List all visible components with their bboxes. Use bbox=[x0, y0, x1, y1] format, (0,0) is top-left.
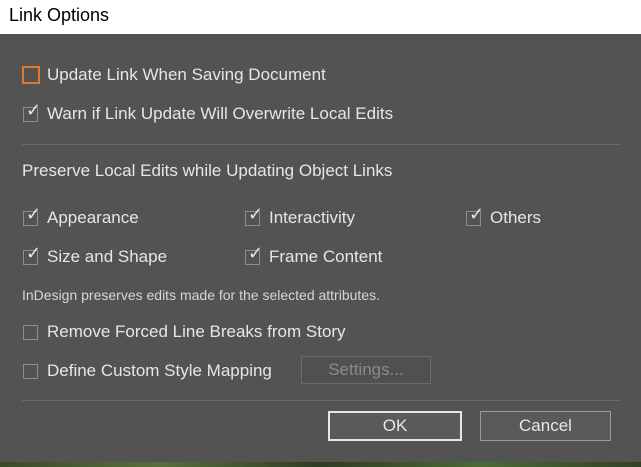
frame-content-checkbox[interactable]: ✓ bbox=[245, 244, 263, 265]
checkmark-icon: ✓ bbox=[26, 99, 42, 121]
others-option[interactable]: ✓ Others bbox=[466, 205, 542, 230]
preserve-section-title: Preserve Local Edits while Updating Obje… bbox=[22, 161, 393, 180]
settings-button[interactable]: Settings... bbox=[301, 356, 431, 384]
appearance-checkbox[interactable]: ✓ bbox=[23, 205, 41, 226]
title-bar: Link Options bbox=[0, 0, 641, 34]
custom-style-option[interactable]: Define Custom Style Mapping bbox=[23, 359, 272, 383]
remove-breaks-label: Remove Forced Line Breaks from Story bbox=[47, 322, 346, 341]
frame-content-option[interactable]: ✓ Frame Content bbox=[245, 244, 383, 269]
frame-content-label: Frame Content bbox=[269, 247, 383, 266]
divider bbox=[22, 400, 620, 401]
preserve-note: InDesign preserves edits made for the se… bbox=[22, 287, 380, 303]
checkmark-icon: ✓ bbox=[248, 203, 264, 225]
link-options-dialog: Link Options Update Link When Saving Doc… bbox=[0, 0, 641, 462]
background-image-strip bbox=[0, 462, 641, 467]
remove-breaks-option[interactable]: Remove Forced Line Breaks from Story bbox=[23, 320, 346, 344]
size-shape-label: Size and Shape bbox=[47, 247, 168, 266]
warn-overwrite-label: Warn if Link Update Will Overwrite Local… bbox=[47, 104, 394, 123]
custom-style-checkbox[interactable] bbox=[23, 363, 38, 379]
checkmark-icon: ✓ bbox=[469, 203, 485, 225]
cancel-button[interactable]: Cancel bbox=[480, 411, 611, 441]
dialog-title: Link Options bbox=[9, 5, 110, 25]
size-shape-option[interactable]: ✓ Size and Shape bbox=[23, 244, 168, 269]
warn-overwrite-checkbox[interactable]: ✓ bbox=[23, 101, 41, 122]
appearance-option[interactable]: ✓ Appearance bbox=[23, 205, 139, 230]
others-checkbox[interactable]: ✓ bbox=[466, 205, 484, 226]
update-link-option[interactable]: Update Link When Saving Document bbox=[22, 63, 326, 87]
checkmark-icon: ✓ bbox=[26, 203, 42, 225]
size-shape-checkbox[interactable]: ✓ bbox=[23, 244, 41, 265]
divider bbox=[22, 144, 620, 145]
dialog-content: Update Link When Saving Document ✓ Warn … bbox=[0, 34, 641, 462]
ok-button[interactable]: OK bbox=[328, 411, 462, 441]
appearance-label: Appearance bbox=[47, 208, 139, 227]
remove-breaks-checkbox[interactable] bbox=[23, 324, 38, 340]
interactivity-label: Interactivity bbox=[269, 208, 355, 227]
custom-style-label: Define Custom Style Mapping bbox=[47, 361, 272, 380]
checkmark-icon: ✓ bbox=[26, 242, 42, 264]
checkmark-icon: ✓ bbox=[248, 242, 264, 264]
warn-overwrite-option[interactable]: ✓ Warn if Link Update Will Overwrite Loc… bbox=[23, 101, 394, 126]
interactivity-option[interactable]: ✓ Interactivity bbox=[245, 205, 355, 230]
others-label: Others bbox=[490, 208, 542, 227]
interactivity-checkbox[interactable]: ✓ bbox=[245, 205, 263, 226]
update-link-checkbox[interactable] bbox=[22, 66, 40, 84]
update-link-label: Update Link When Saving Document bbox=[47, 65, 326, 84]
